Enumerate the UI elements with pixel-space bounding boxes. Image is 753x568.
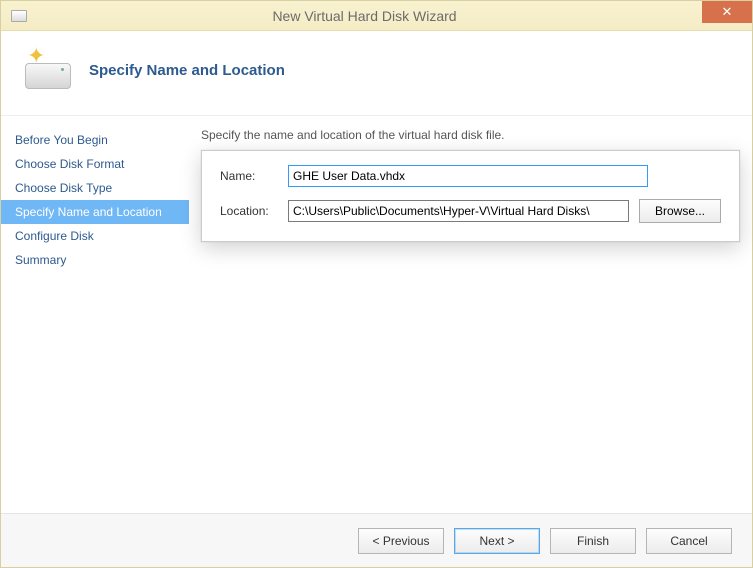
wizard-header: ✦ Specify Name and Location xyxy=(1,31,752,116)
wizard-main: Specify the name and location of the vir… xyxy=(189,116,752,508)
name-input[interactable] xyxy=(288,165,648,187)
wizard-body: Before You Begin Choose Disk Format Choo… xyxy=(1,116,752,508)
titlebar[interactable]: New Virtual Hard Disk Wizard ✕ xyxy=(1,1,752,31)
location-label: Location: xyxy=(220,204,278,218)
name-label: Name: xyxy=(220,169,278,183)
previous-button[interactable]: < Previous xyxy=(358,528,444,554)
sidebar-item-summary[interactable]: Summary xyxy=(1,248,189,272)
sidebar-item-choose-disk-format[interactable]: Choose Disk Format xyxy=(1,152,189,176)
wizard-window: New Virtual Hard Disk Wizard ✕ ✦ Specify… xyxy=(0,0,753,568)
sidebar-item-label: Before You Begin xyxy=(15,133,108,147)
browse-button[interactable]: Browse... xyxy=(639,199,721,223)
hdd-wizard-icon: ✦ xyxy=(23,45,73,95)
name-row: Name: xyxy=(220,165,721,187)
page-title: Specify Name and Location xyxy=(89,62,285,79)
sidebar-item-configure-disk[interactable]: Configure Disk xyxy=(1,224,189,248)
sidebar-item-specify-name-location[interactable]: Specify Name and Location xyxy=(1,200,189,224)
sidebar-item-label: Configure Disk xyxy=(15,229,94,243)
instruction-text: Specify the name and location of the vir… xyxy=(201,128,734,148)
close-icon: ✕ xyxy=(722,4,733,20)
wizard-footer: < Previous Next > Finish Cancel xyxy=(1,513,752,567)
sidebar-item-label: Specify Name and Location xyxy=(15,205,162,219)
cancel-button[interactable]: Cancel xyxy=(646,528,732,554)
location-input[interactable] xyxy=(288,200,629,222)
location-row: Location: Browse... xyxy=(220,199,721,223)
form-panel: Name: Location: Browse... xyxy=(201,150,740,242)
window-title: New Virtual Hard Disk Wizard xyxy=(27,8,752,24)
wizard-steps-sidebar: Before You Begin Choose Disk Format Choo… xyxy=(1,116,189,508)
sidebar-item-label: Choose Disk Type xyxy=(15,181,112,195)
next-button[interactable]: Next > xyxy=(454,528,540,554)
close-button[interactable]: ✕ xyxy=(702,1,752,23)
finish-button[interactable]: Finish xyxy=(550,528,636,554)
sidebar-item-label: Choose Disk Format xyxy=(15,157,124,171)
sidebar-item-choose-disk-type[interactable]: Choose Disk Type xyxy=(1,176,189,200)
disk-icon xyxy=(11,10,27,22)
sidebar-item-before-you-begin[interactable]: Before You Begin xyxy=(1,128,189,152)
sidebar-item-label: Summary xyxy=(15,253,66,267)
